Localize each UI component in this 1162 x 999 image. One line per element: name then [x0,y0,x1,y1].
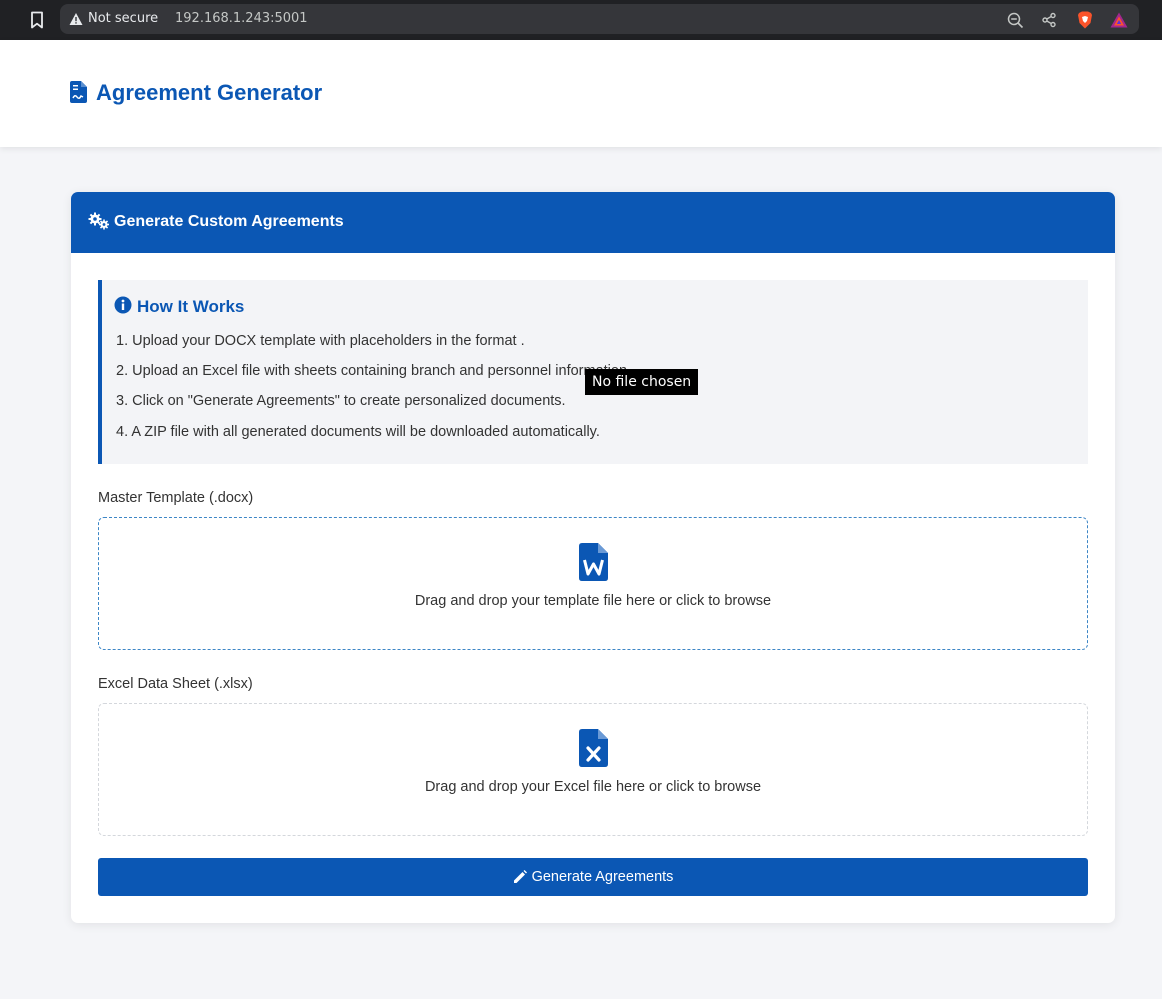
excel-dropzone[interactable]: Drag and drop your Excel file here or cl… [98,703,1088,836]
app-header: Agreement Generator [0,40,1162,147]
browser-toolbar: Not secure 192.168.1.243:5001 [0,0,1162,40]
cogs-icon [88,212,110,230]
generate-button-label: Generate Agreements [531,869,674,885]
card-title: Generate Custom Agreements [114,213,344,230]
security-label[interactable]: Not secure [88,11,158,26]
brave-rewards-icon[interactable] [1110,11,1128,29]
excel-label: Excel Data Sheet (.xlsx) [98,676,253,692]
step-2: 2. Upload an Excel file with sheets cont… [116,363,632,379]
info-circle-icon [114,296,132,314]
file-contract-icon [70,81,87,103]
pencil-icon [513,870,527,884]
template-dropzone[interactable]: Drag and drop your template file here or… [98,517,1088,650]
card-header: Generate Custom Agreements [71,192,1115,253]
how-it-works-title: How It Works [137,297,245,316]
template-dropzone-prompt: Drag and drop your template file here or… [414,593,772,609]
bookmark-icon[interactable] [27,9,47,31]
template-label: Master Template (.docx) [98,490,254,506]
zoom-out-icon[interactable] [1006,11,1024,29]
address-bar[interactable]: Not secure 192.168.1.243:5001 [60,4,1139,34]
file-excel-icon [579,729,608,767]
url-text[interactable]: 192.168.1.243:5001 [175,11,308,26]
excel-dropzone-prompt: Drag and drop your Excel file here or cl… [424,779,762,795]
generator-card: Generate Custom Agreements How It Works … [71,192,1115,923]
brave-shield-icon[interactable] [1076,11,1094,29]
share-icon[interactable] [1040,11,1058,29]
step-4: 4. A ZIP file with all generated documen… [116,424,600,440]
file-word-icon [579,543,608,581]
app-title: Agreement Generator [96,80,323,105]
warning-triangle-icon[interactable] [69,12,83,26]
generate-agreements-button[interactable]: Generate Agreements [98,858,1088,896]
file-input-tooltip: No file chosen [585,369,699,395]
step-1: 1. Upload your DOCX template with placeh… [116,333,525,349]
step-3: 3. Click on "Generate Agreements" to cre… [116,393,566,409]
